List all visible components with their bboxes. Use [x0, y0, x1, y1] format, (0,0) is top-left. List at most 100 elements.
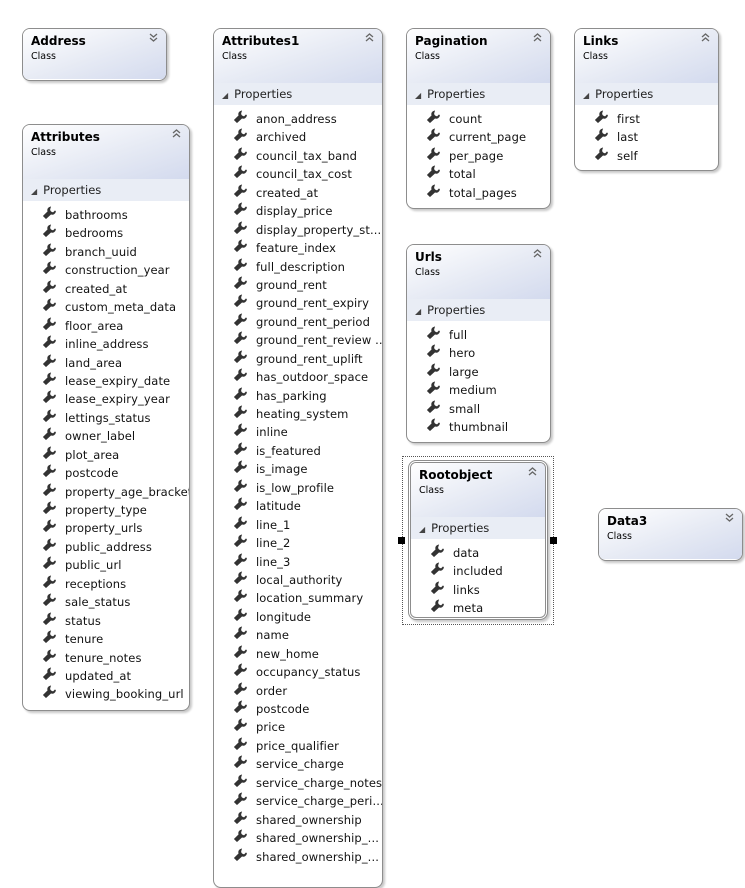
property-item[interactable]: plot_area [23, 446, 189, 464]
property-item[interactable]: line_3 [214, 553, 382, 571]
property-item[interactable]: first [575, 110, 718, 128]
property-item[interactable]: self [575, 147, 718, 165]
property-item[interactable]: ground_rent_period [214, 313, 382, 331]
property-item[interactable]: lettings_status [23, 409, 189, 427]
property-item[interactable]: has_parking [214, 387, 382, 405]
chevron-double-down-icon[interactable] [149, 32, 158, 45]
chevron-double-up-icon[interactable] [701, 32, 710, 45]
property-item[interactable]: total_pages [407, 184, 550, 202]
property-item[interactable]: ground_rent [214, 276, 382, 294]
property-item[interactable]: ground_rent_uplift [214, 350, 382, 368]
property-item[interactable]: small [407, 400, 550, 418]
triangle-expanded-icon[interactable]: ◢ [415, 91, 421, 100]
property-item[interactable]: occupancy_status [214, 663, 382, 681]
property-item[interactable]: owner_label [23, 427, 189, 445]
property-item[interactable]: branch_uuid [23, 243, 189, 261]
resize-handle-right[interactable] [550, 537, 557, 544]
property-item[interactable]: shared_ownership_... [214, 829, 382, 847]
triangle-expanded-icon[interactable]: ◢ [222, 91, 228, 100]
property-item[interactable]: anon_address [214, 110, 382, 128]
class-header[interactable]: Links Class [575, 29, 718, 83]
property-item[interactable]: ground_rent_expiry [214, 294, 382, 312]
property-item[interactable]: bathrooms [23, 206, 189, 224]
class-box-rootobject[interactable]: Rootobject Class ◢ Properties data included li… [408, 460, 548, 620]
property-item[interactable]: meta [411, 599, 545, 617]
property-item[interactable]: has_outdoor_space [214, 368, 382, 386]
chevron-double-down-icon[interactable] [725, 512, 734, 525]
property-item[interactable]: latitude [214, 497, 382, 515]
triangle-expanded-icon[interactable]: ◢ [583, 91, 589, 100]
resize-handle-left[interactable] [398, 537, 405, 544]
property-item[interactable]: land_area [23, 354, 189, 372]
class-header[interactable]: Rootobject Class [411, 463, 545, 517]
class-header[interactable]: Data3 Class [599, 509, 742, 559]
triangle-expanded-icon[interactable]: ◢ [31, 187, 37, 196]
class-box-urls[interactable]: Urls Class ◢ Properties full hero large medium s… [406, 244, 551, 443]
property-item[interactable]: status [23, 612, 189, 630]
chevron-double-up-icon[interactable] [172, 128, 181, 141]
property-item[interactable]: price [214, 718, 382, 736]
property-item[interactable]: longitude [214, 608, 382, 626]
triangle-expanded-icon[interactable]: ◢ [419, 525, 425, 534]
property-item[interactable]: new_home [214, 645, 382, 663]
property-item[interactable]: public_address [23, 538, 189, 556]
property-item[interactable]: property_type [23, 501, 189, 519]
property-item[interactable]: created_at [23, 280, 189, 298]
property-item[interactable]: total [407, 165, 550, 183]
property-item[interactable]: service_charge [214, 755, 382, 773]
property-item[interactable]: last [575, 128, 718, 146]
property-item[interactable]: is_low_profile [214, 479, 382, 497]
property-item[interactable]: medium [407, 381, 550, 399]
property-item[interactable]: council_tax_band [214, 147, 382, 165]
class-header[interactable]: Address Class [23, 29, 166, 79]
property-item[interactable]: updated_at [23, 667, 189, 685]
class-header[interactable]: Pagination Class [407, 29, 550, 83]
class-header[interactable]: Attributes1 Class [214, 29, 382, 83]
property-item[interactable]: links [411, 581, 545, 599]
properties-section-header[interactable]: ◢ Properties [407, 83, 550, 105]
property-item[interactable]: per_page [407, 147, 550, 165]
property-item[interactable]: postcode [214, 700, 382, 718]
property-item[interactable]: construction_year [23, 261, 189, 279]
property-item[interactable]: is_featured [214, 442, 382, 460]
property-item[interactable]: public_url [23, 556, 189, 574]
chevron-double-up-icon[interactable] [528, 466, 537, 479]
property-item[interactable]: created_at [214, 184, 382, 202]
property-item[interactable]: large [407, 363, 550, 381]
class-box-links[interactable]: Links Class ◢ Properties first last self [574, 28, 719, 171]
property-item[interactable]: sale_status [23, 593, 189, 611]
property-item[interactable]: inline [214, 423, 382, 441]
property-item[interactable]: feature_index [214, 239, 382, 257]
chevron-double-up-icon[interactable] [365, 32, 374, 45]
class-header[interactable]: Attributes Class [23, 125, 189, 179]
property-item[interactable]: archived [214, 128, 382, 146]
property-item[interactable]: name [214, 626, 382, 644]
chevron-double-up-icon[interactable] [533, 32, 542, 45]
property-item[interactable]: local_authority [214, 571, 382, 589]
property-item[interactable]: bedrooms [23, 224, 189, 242]
property-item[interactable]: full [407, 326, 550, 344]
property-item[interactable]: service_charge_peri... [214, 792, 382, 810]
property-item[interactable]: full_description [214, 258, 382, 276]
class-box-attributes[interactable]: Attributes Class ◢ Properties bathrooms bedro… [22, 124, 190, 711]
property-item[interactable]: postcode [23, 464, 189, 482]
chevron-double-up-icon[interactable] [533, 248, 542, 261]
property-item[interactable]: hero [407, 344, 550, 362]
class-header[interactable]: Urls Class [407, 245, 550, 299]
property-item[interactable]: shared_ownership [214, 811, 382, 829]
property-item[interactable]: ground_rent_review ... [214, 331, 382, 349]
class-box-pagination[interactable]: Pagination Class ◢ Properties count current_p… [406, 28, 551, 209]
class-box-address[interactable]: Address Class [22, 28, 167, 81]
property-item[interactable]: current_page [407, 128, 550, 146]
property-item[interactable]: data [411, 544, 545, 562]
property-item[interactable]: location_summary [214, 589, 382, 607]
properties-section-header[interactable]: ◢ Properties [411, 517, 545, 539]
property-item[interactable]: council_tax_cost [214, 165, 382, 183]
property-item[interactable]: thumbnail [407, 418, 550, 436]
property-item[interactable]: property_age_bracket [23, 483, 189, 501]
class-box-attributes1[interactable]: Attributes1 Class ◢ Properties anon_address a… [213, 28, 383, 888]
properties-section-header[interactable]: ◢ Properties [23, 179, 189, 201]
properties-section-header[interactable]: ◢ Properties [407, 299, 550, 321]
property-item[interactable]: shared_ownership_... [214, 848, 382, 866]
property-item[interactable]: count [407, 110, 550, 128]
